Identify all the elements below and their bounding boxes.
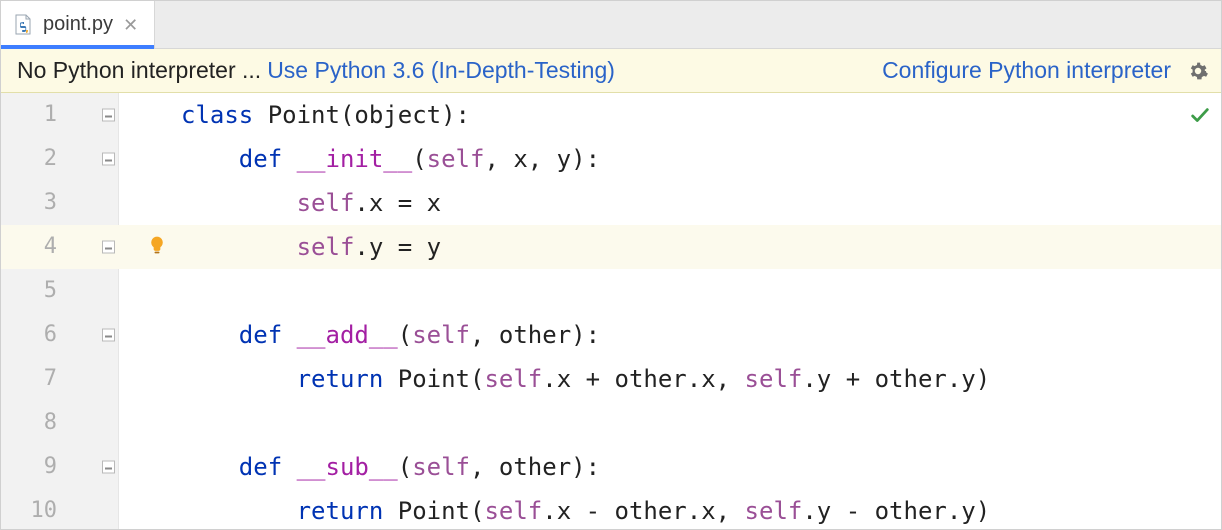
- gutter-row: 10: [1, 489, 119, 530]
- gear-icon[interactable]: [1187, 60, 1209, 82]
- close-tab-button[interactable]: ✕: [121, 14, 140, 36]
- configure-interpreter-link[interactable]: Configure Python interpreter: [882, 57, 1171, 84]
- code-text: def __add__(self, other):: [127, 321, 600, 349]
- intention-bulb-icon[interactable]: [147, 225, 167, 269]
- code-text: [127, 409, 181, 437]
- code-line[interactable]: [119, 269, 1221, 313]
- code-line[interactable]: self.x = x: [119, 181, 1221, 225]
- editor-tab-bar: point.py ✕: [1, 1, 1221, 49]
- gutter-row: 6: [1, 313, 119, 357]
- fold-toggle-icon[interactable]: [102, 109, 115, 122]
- code-text: def __sub__(self, other):: [127, 453, 600, 481]
- code-text: def __init__(self, x, y):: [127, 145, 600, 173]
- code-area[interactable]: class Point(object): def __init__(self, …: [119, 93, 1221, 529]
- code-text: return Point(self.x + other.x, self.y + …: [127, 365, 990, 393]
- code-line[interactable]: return Point(self.x + other.x, self.y + …: [119, 357, 1221, 401]
- line-number: 4: [1, 225, 57, 269]
- code-text: self.x = x: [127, 189, 441, 217]
- gutter-row: 3: [1, 181, 119, 225]
- python-file-icon: [13, 14, 35, 36]
- code-line[interactable]: def __sub__(self, other):: [119, 445, 1221, 489]
- code-line[interactable]: return Point(self.x - other.x, self.y - …: [119, 489, 1221, 530]
- code-line[interactable]: class Point(object):: [119, 93, 1221, 137]
- gutter-row: 9: [1, 445, 119, 489]
- fold-toggle-icon[interactable]: [102, 241, 115, 254]
- line-number: 2: [1, 137, 57, 181]
- code-editor[interactable]: 12345678910 class Point(object): def __i…: [1, 93, 1221, 529]
- file-tab[interactable]: point.py ✕: [1, 1, 155, 48]
- gutter-row: 4: [1, 225, 119, 269]
- interpreter-warning-bar: No Python interpreter ... Use Python 3.6…: [1, 49, 1221, 93]
- code-text: [127, 277, 181, 305]
- gutter-row: 7: [1, 357, 119, 401]
- gutter-row: 8: [1, 401, 119, 445]
- line-number: 6: [1, 313, 57, 357]
- line-number: 3: [1, 181, 57, 225]
- fold-toggle-icon[interactable]: [102, 461, 115, 474]
- line-number: 1: [1, 93, 57, 137]
- gutter-row: 1: [1, 93, 119, 137]
- code-line[interactable]: self.y = y: [119, 225, 1221, 269]
- code-line[interactable]: [119, 401, 1221, 445]
- warning-message: No Python interpreter ...: [17, 57, 261, 84]
- line-number: 10: [1, 489, 57, 530]
- code-text: class Point(object):: [127, 101, 470, 129]
- gutter-row: 5: [1, 269, 119, 313]
- code-line[interactable]: def __init__(self, x, y):: [119, 137, 1221, 181]
- code-line[interactable]: def __add__(self, other):: [119, 313, 1221, 357]
- code-text: self.y = y: [127, 233, 441, 261]
- gutter-row: 2: [1, 137, 119, 181]
- fold-toggle-icon[interactable]: [102, 329, 115, 342]
- fold-toggle-icon[interactable]: [102, 153, 115, 166]
- code-text: return Point(self.x - other.x, self.y - …: [127, 497, 990, 525]
- line-number: 5: [1, 269, 57, 313]
- line-number: 9: [1, 445, 57, 489]
- use-interpreter-link[interactable]: Use Python 3.6 (In-Depth-Testing): [267, 57, 615, 84]
- line-number-gutter: 12345678910: [1, 93, 119, 529]
- line-number: 8: [1, 401, 57, 445]
- line-number: 7: [1, 357, 57, 401]
- file-tab-label: point.py: [43, 13, 113, 36]
